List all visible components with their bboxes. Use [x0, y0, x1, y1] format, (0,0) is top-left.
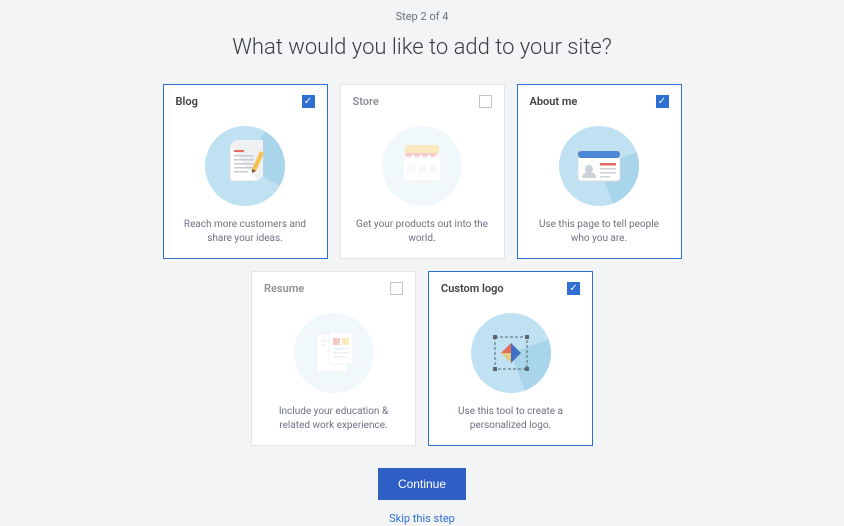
card-custom-logo[interactable]: Custom logo ✓ Use [428, 271, 593, 446]
resume-icon [264, 301, 403, 405]
card-store[interactable]: Store Get your products out into the wor… [340, 84, 505, 259]
card-title: Store [353, 95, 379, 108]
step-indicator: Step 2 of 4 [396, 10, 449, 23]
checkbox-custom-logo[interactable]: ✓ [567, 282, 580, 295]
store-icon [353, 114, 492, 218]
card-title: Custom logo [441, 282, 504, 295]
checkbox-blog[interactable]: ✓ [302, 95, 315, 108]
card-blog[interactable]: Blog ✓ [163, 84, 328, 259]
card-about-me[interactable]: About me ✓ Use th [517, 84, 682, 259]
card-grid: Blog ✓ [152, 84, 692, 446]
about-me-icon [530, 114, 669, 218]
checkbox-resume[interactable] [390, 282, 403, 295]
checkmark-icon: ✓ [658, 96, 666, 107]
card-resume[interactable]: Resume Include your education & rela [251, 271, 416, 446]
page-title: What would you like to add to your site? [232, 35, 612, 60]
checkbox-store[interactable] [479, 95, 492, 108]
continue-button[interactable]: Continue [378, 468, 466, 500]
card-desc: Use this tool to create a personalized l… [441, 405, 580, 433]
checkbox-about-me[interactable]: ✓ [656, 95, 669, 108]
card-desc: Use this page to tell people who you are… [530, 218, 669, 246]
blog-icon [176, 114, 315, 218]
checkmark-icon: ✓ [569, 283, 577, 294]
checkmark-icon: ✓ [304, 96, 312, 107]
card-title: Resume [264, 282, 304, 295]
card-desc: Reach more customers and share your idea… [176, 218, 315, 246]
card-title: About me [530, 95, 578, 108]
card-title: Blog [176, 95, 198, 108]
card-desc: Get your products out into the world. [353, 218, 492, 246]
card-desc: Include your education & related work ex… [264, 405, 403, 433]
custom-logo-icon [441, 301, 580, 405]
skip-link[interactable]: Skip this step [389, 512, 455, 525]
